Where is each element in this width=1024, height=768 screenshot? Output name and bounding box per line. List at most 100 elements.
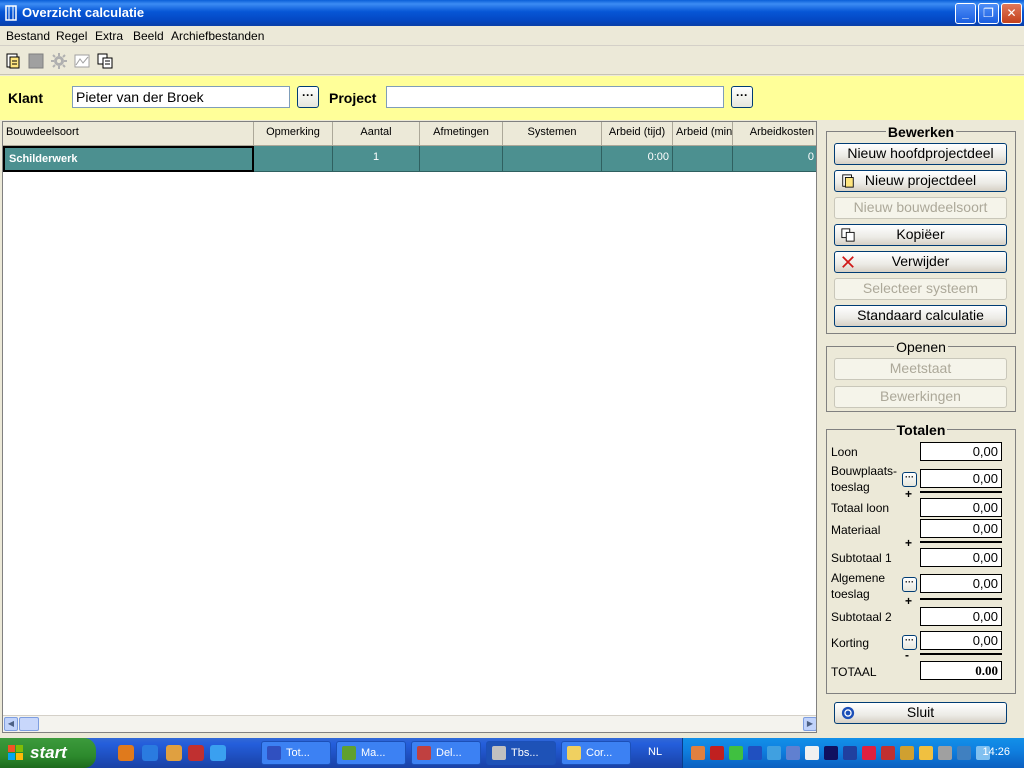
- ie-icon[interactable]: [210, 745, 226, 761]
- materiaal-label: Materiaal: [831, 523, 881, 537]
- col-opmerking[interactable]: Opmerking: [254, 122, 333, 146]
- copy-icon: [841, 228, 855, 242]
- calculation-grid[interactable]: Bouwdeelsoort Opmerking Aantal Afmetinge…: [2, 121, 817, 733]
- language-indicator[interactable]: NL: [648, 746, 662, 758]
- project-lookup-button[interactable]: ···: [731, 86, 753, 108]
- tray-network-icon[interactable]: [767, 746, 781, 760]
- tray-filezilla-icon[interactable]: [710, 746, 724, 760]
- totalen-group: Totalen Loon 0,00 Bouwplaats- toeslag ··…: [826, 422, 1016, 694]
- tray-media-icon[interactable]: [862, 746, 876, 760]
- task-tot[interactable]: Tot...: [261, 741, 331, 765]
- minus-sign: -: [905, 648, 909, 662]
- col-arbeid-tijd[interactable]: Arbeid (tijd): [602, 122, 673, 146]
- nieuw-projectdeel-label: Nieuw projectdeel: [864, 172, 977, 188]
- subtotaal-2-value: 0,00: [920, 607, 1002, 626]
- sum-line: [920, 541, 1002, 543]
- cell-arbeidkosten[interactable]: 0: [733, 146, 816, 172]
- nieuw-projectdeel-button[interactable]: Nieuw projectdeel: [834, 170, 1007, 192]
- openen-group: Openen Meetstaat Bewerkingen: [826, 339, 1016, 412]
- meetstaat-button[interactable]: Meetstaat: [834, 358, 1007, 380]
- copy-icon[interactable]: [97, 53, 113, 69]
- selecteer-systeem-button[interactable]: Selecteer systeem: [834, 278, 1007, 300]
- menu-archiefbestanden[interactable]: Archiefbestanden: [171, 29, 264, 43]
- menu-regel[interactable]: Regel: [56, 29, 87, 43]
- algemene-toeslag-value: 0,00: [920, 574, 1002, 593]
- project-input[interactable]: [386, 86, 724, 108]
- tray-play-icon[interactable]: [843, 746, 857, 760]
- tray-security-icon[interactable]: [881, 746, 895, 760]
- scroll-thumb[interactable]: [19, 717, 39, 731]
- algemene-toeslag-edit-button[interactable]: ···: [902, 577, 917, 592]
- clock[interactable]: 14:26: [982, 746, 1010, 758]
- col-arbeid-min[interactable]: Arbeid (min..: [673, 122, 733, 146]
- col-arbeidkosten[interactable]: Arbeidkosten: [733, 122, 816, 146]
- task-del[interactable]: Del...: [411, 741, 481, 765]
- table-row[interactable]: Schilderwerk 1 0:00 0: [3, 146, 816, 172]
- bouwplaatstoeslag-edit-button[interactable]: ···: [902, 472, 917, 487]
- tray-monitor-icon[interactable]: [786, 746, 800, 760]
- editor-icon[interactable]: [166, 745, 182, 761]
- app-icon: [492, 746, 506, 760]
- plus-sign: +: [905, 487, 913, 501]
- tray-pen-icon[interactable]: [900, 746, 914, 760]
- bewerkingen-button[interactable]: Bewerkingen: [834, 386, 1007, 408]
- tray-app-icon[interactable]: [691, 746, 705, 760]
- maximize-button[interactable]: ❐: [978, 3, 999, 24]
- settings-gear-icon[interactable]: [51, 53, 67, 69]
- tray-app-icon[interactable]: [824, 746, 838, 760]
- plus-sign: +: [905, 536, 913, 550]
- browser-icon[interactable]: [142, 745, 158, 761]
- nieuw-bouwdeelsoort-button[interactable]: Nieuw bouwdeelsoort: [834, 197, 1007, 219]
- cell-opmerking[interactable]: [254, 146, 333, 172]
- scroll-right-arrow-icon[interactable]: ▶: [803, 717, 816, 731]
- tray-tool-icon[interactable]: [805, 746, 819, 760]
- taskbar: start Tot... Ma... Del... Tbs... Cor... …: [0, 738, 1024, 768]
- menu-beeld[interactable]: Beeld: [133, 29, 164, 43]
- app-icon: [342, 746, 356, 760]
- window-title: Overzicht calculatie: [22, 5, 145, 20]
- verwijder-button[interactable]: Verwijder: [834, 251, 1007, 273]
- kopieer-button[interactable]: Kopiëer: [834, 224, 1007, 246]
- tray-wifi-icon[interactable]: [957, 746, 971, 760]
- menu-bar: Bestand Regel Extra Beeld Archiefbestand…: [0, 26, 1024, 46]
- tray-battery-icon[interactable]: [919, 746, 933, 760]
- col-bouwdeelsoort[interactable]: Bouwdeelsoort: [3, 122, 254, 146]
- task-tbs[interactable]: Tbs...: [486, 741, 556, 765]
- sluit-label: Sluit: [906, 704, 935, 720]
- start-button[interactable]: start: [0, 738, 96, 768]
- menu-extra[interactable]: Extra: [95, 29, 123, 43]
- nieuw-hoofdprojectdeel-button[interactable]: Nieuw hoofdprojectdeel: [834, 143, 1007, 165]
- bouwplaatstoeslag-label-1: Bouwplaats-: [831, 464, 898, 478]
- klant-input[interactable]: [72, 86, 290, 108]
- horizontal-scrollbar[interactable]: ◀ ▶: [3, 715, 816, 732]
- task-cor[interactable]: Cor...: [561, 741, 631, 765]
- col-afmetingen[interactable]: Afmetingen: [420, 122, 503, 146]
- cell-bouwdeelsoort[interactable]: Schilderwerk: [3, 146, 254, 172]
- firefox-icon[interactable]: [118, 745, 134, 761]
- chart-icon[interactable]: [74, 53, 90, 69]
- korting-value: 0,00: [920, 631, 1002, 650]
- close-button[interactable]: ✕: [1001, 3, 1022, 24]
- new-document-icon[interactable]: [5, 53, 21, 69]
- cell-systemen[interactable]: [503, 146, 602, 172]
- col-aantal[interactable]: Aantal: [333, 122, 420, 146]
- klant-lookup-button[interactable]: ···: [297, 86, 319, 108]
- task-label: Tbs...: [511, 747, 539, 759]
- menu-bestand[interactable]: Bestand: [6, 29, 50, 43]
- task-ma[interactable]: Ma...: [336, 741, 406, 765]
- save-icon[interactable]: [188, 745, 204, 761]
- scroll-left-arrow-icon[interactable]: ◀: [4, 717, 18, 731]
- standaard-calculatie-button[interactable]: Standaard calculatie: [834, 305, 1007, 327]
- cell-arbeid-tijd[interactable]: 0:00: [602, 146, 673, 172]
- tray-shield-icon[interactable]: [748, 746, 762, 760]
- minimize-button[interactable]: _: [955, 3, 976, 24]
- col-systemen[interactable]: Systemen: [503, 122, 602, 146]
- stop-icon[interactable]: [28, 53, 44, 69]
- cell-afmetingen[interactable]: [420, 146, 503, 172]
- tray-check-icon[interactable]: [729, 746, 743, 760]
- subtotaal-1-value: 0,00: [920, 548, 1002, 567]
- cell-aantal[interactable]: 1: [333, 146, 420, 172]
- sluit-button[interactable]: Sluit: [834, 702, 1007, 724]
- tray-volume-icon[interactable]: [938, 746, 952, 760]
- cell-arbeid-min[interactable]: [673, 146, 733, 172]
